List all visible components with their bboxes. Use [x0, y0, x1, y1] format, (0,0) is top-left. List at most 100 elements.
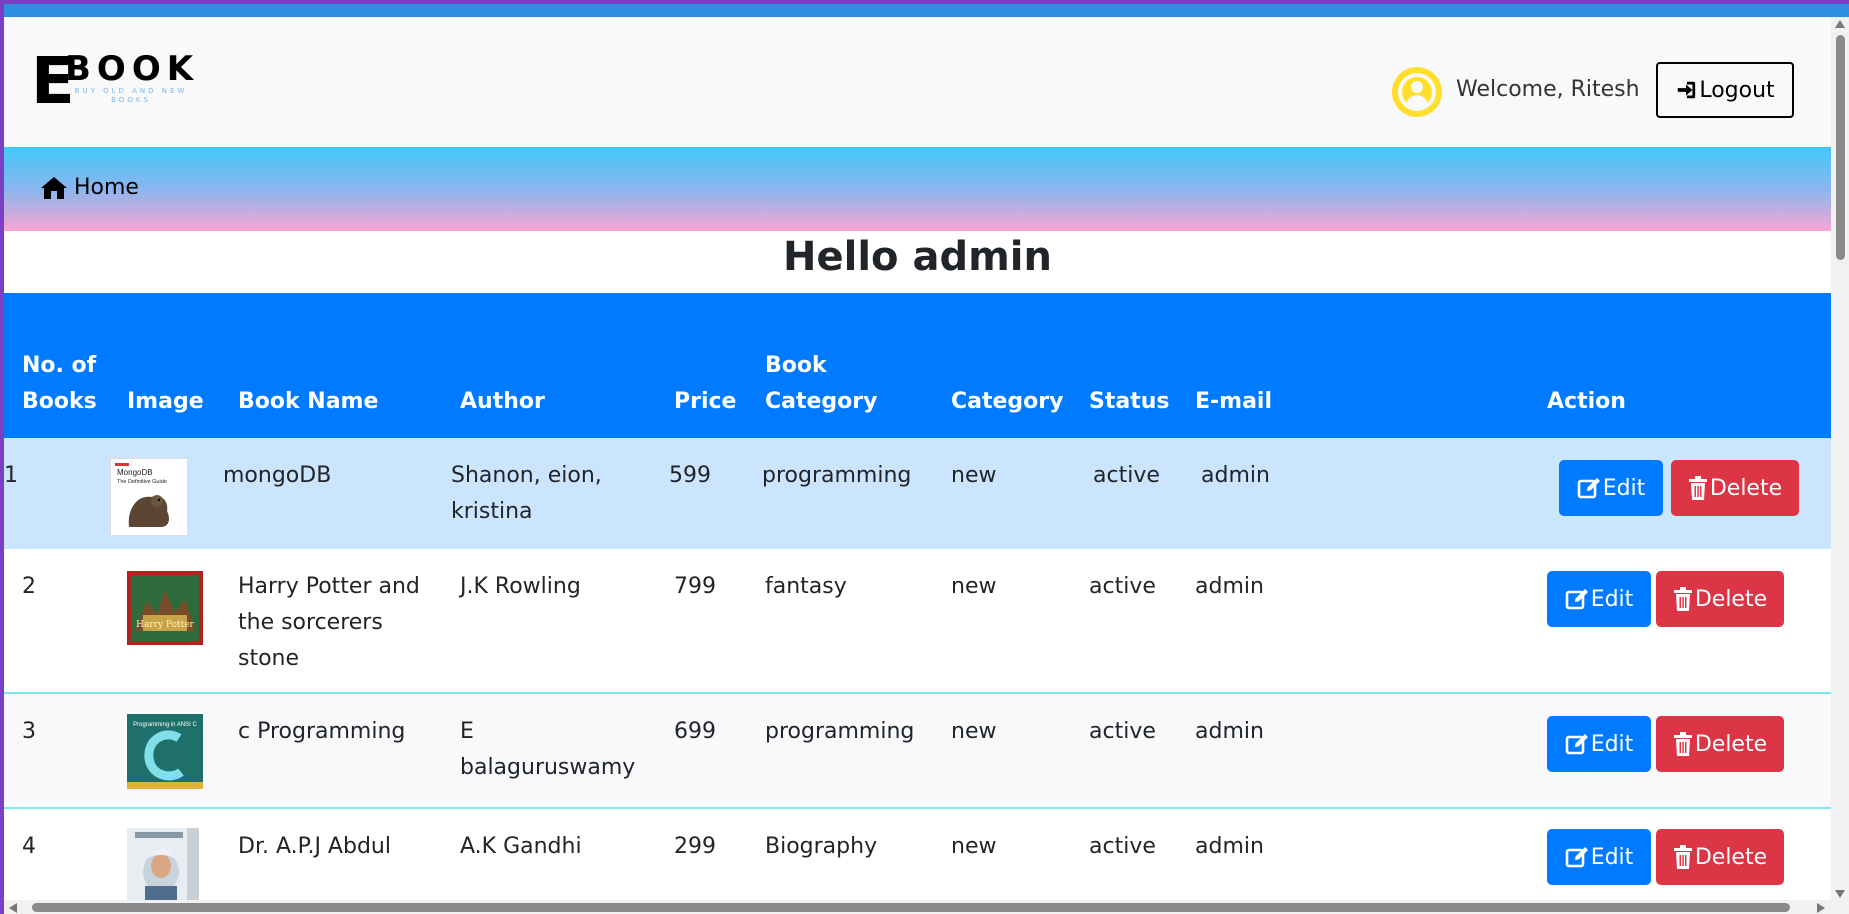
cell-book-name: Harry Potter and the sorcerers stone — [238, 574, 420, 671]
home-icon — [41, 176, 67, 199]
cell-book-name: c Programming — [238, 719, 406, 744]
trash-icon — [1673, 845, 1692, 869]
table-header: No. of Books Image Book Name Author Pric… — [4, 293, 1831, 441]
cover-title: Harry Potter — [136, 620, 194, 630]
page-title: Hello admin — [783, 234, 1052, 280]
cell-email: admin — [1195, 834, 1264, 859]
header-image: Image — [127, 389, 204, 414]
scroll-down-arrow-icon[interactable] — [1835, 890, 1845, 898]
cell-email: admin — [1195, 574, 1264, 599]
vertical-scrollbar[interactable] — [1831, 17, 1849, 914]
cover-subtitle: The Definitive Guide — [117, 479, 167, 485]
table-row: 2 Harry Potter Harry Potter and the sorc… — [4, 549, 1831, 694]
cell-category: new — [951, 463, 997, 488]
cell-author: Shanon, eion, kristina — [451, 463, 602, 524]
edit-icon — [1565, 734, 1588, 755]
delete-button[interactable]: Delete — [1656, 571, 1784, 627]
header-action: Action — [1547, 389, 1626, 414]
delete-button[interactable]: Delete — [1656, 829, 1784, 885]
header-email: E-mail — [1195, 389, 1273, 414]
cell-book-name: Dr. A.P.J Abdul — [238, 834, 391, 859]
cell-no: 3 — [22, 719, 36, 744]
cell-author: E balaguruswamy — [460, 719, 636, 780]
cell-price: 699 — [674, 719, 716, 744]
scroll-left-arrow-icon[interactable] — [9, 903, 17, 913]
cell-price: 599 — [669, 463, 711, 488]
cell-price: 299 — [674, 834, 716, 859]
header-author: Author — [460, 389, 545, 414]
cell-book-name: mongoDB — [223, 463, 332, 488]
sign-out-icon — [1678, 81, 1696, 99]
edit-label: Edit — [1602, 475, 1646, 501]
logout-label: Logout — [1699, 77, 1775, 103]
cell-author: A.K Gandhi — [460, 834, 582, 859]
cover-title: Programming in ANSI C — [133, 722, 197, 728]
logout-button[interactable]: Logout — [1656, 62, 1794, 118]
delete-label: Delete — [1694, 731, 1768, 757]
header-category: Category — [951, 389, 1064, 414]
cell-book-category: programming — [765, 719, 915, 744]
cell-category: new — [951, 834, 997, 859]
table-row: 3 Programming in ANSI C c Programming E … — [4, 694, 1831, 809]
cell-category: new — [951, 574, 997, 599]
horizontal-scroll-thumb[interactable] — [32, 903, 1790, 912]
cell-email: admin — [1195, 719, 1264, 744]
user-avatar-icon — [1392, 67, 1442, 117]
cell-status: active — [1089, 574, 1156, 599]
logo-tagline: BUY OLD AND NEW BOOKS — [74, 87, 188, 104]
cell-author: J.K Rowling — [460, 574, 581, 599]
welcome-text: Welcome, Ritesh — [1456, 77, 1640, 102]
cell-status: active — [1089, 834, 1156, 859]
book-cover-image: MongoDB The Definitive Guide — [110, 458, 188, 536]
horizontal-scrollbar[interactable] — [4, 900, 1831, 914]
scroll-up-arrow-icon[interactable] — [1835, 20, 1845, 28]
home-link[interactable]: Home — [40, 175, 139, 200]
header-price: Price — [674, 389, 737, 414]
cell-no: 2 — [22, 574, 36, 599]
table-row: 1 MongoDB The Definitive Guide mongoDB S… — [4, 438, 1831, 549]
edit-button[interactable]: Edit — [1559, 460, 1663, 516]
edit-button[interactable]: Edit — [1547, 716, 1651, 772]
cover-title: MongoDB — [117, 468, 153, 477]
trash-icon — [1688, 476, 1707, 500]
home-label: Home — [74, 175, 139, 200]
edit-label: Edit — [1590, 844, 1634, 870]
secondary-nav: Home — [4, 147, 1831, 231]
book-cover-image: Programming in ANSI C — [127, 714, 203, 789]
edit-button[interactable]: Edit — [1547, 571, 1651, 627]
book-cover-image — [127, 828, 199, 900]
cell-price: 799 — [674, 574, 716, 599]
delete-button[interactable]: Delete — [1671, 460, 1799, 516]
trash-icon — [1673, 587, 1692, 611]
edit-button[interactable]: Edit — [1547, 829, 1651, 885]
logo-word: BOOK — [65, 49, 200, 89]
cell-book-category: fantasy — [765, 574, 847, 599]
scroll-right-arrow-icon[interactable] — [1817, 903, 1825, 913]
cell-no: 1 — [4, 463, 18, 488]
browser-viewport: E BOOK BUY OLD AND NEW BOOKS Welcome, Ri… — [4, 4, 1849, 914]
cell-status: active — [1089, 719, 1156, 744]
delete-label: Delete — [1694, 844, 1768, 870]
header-status: Status — [1089, 389, 1170, 414]
delete-label: Delete — [1709, 475, 1783, 501]
cell-no: 4 — [22, 834, 36, 859]
cell-email: admin — [1201, 463, 1270, 488]
vertical-scroll-thumb[interactable] — [1836, 35, 1845, 260]
edit-label: Edit — [1590, 586, 1634, 612]
header-book-name: Book Name — [238, 389, 379, 414]
cell-book-category: programming — [762, 463, 912, 488]
navbar: E BOOK BUY OLD AND NEW BOOKS Welcome, Ri… — [4, 17, 1831, 147]
top-accent-bar — [4, 4, 1849, 17]
cell-status: active — [1093, 463, 1160, 488]
header-book-category: Book Category — [765, 353, 878, 414]
ebook-logo[interactable]: E BOOK BUY OLD AND NEW BOOKS — [31, 49, 201, 114]
cell-category: new — [951, 719, 997, 744]
edit-icon — [1565, 847, 1588, 868]
book-cover-image: Harry Potter — [127, 571, 203, 645]
table-row: 4 Dr. A.P.J Abdul A.K Gandhi 299 Biograp… — [4, 809, 1831, 914]
edit-label: Edit — [1590, 731, 1634, 757]
delete-button[interactable]: Delete — [1656, 716, 1784, 772]
cell-book-category: Biography — [765, 834, 878, 859]
edit-icon — [1565, 589, 1588, 610]
header-no-of-books: No. of Books — [22, 353, 97, 414]
